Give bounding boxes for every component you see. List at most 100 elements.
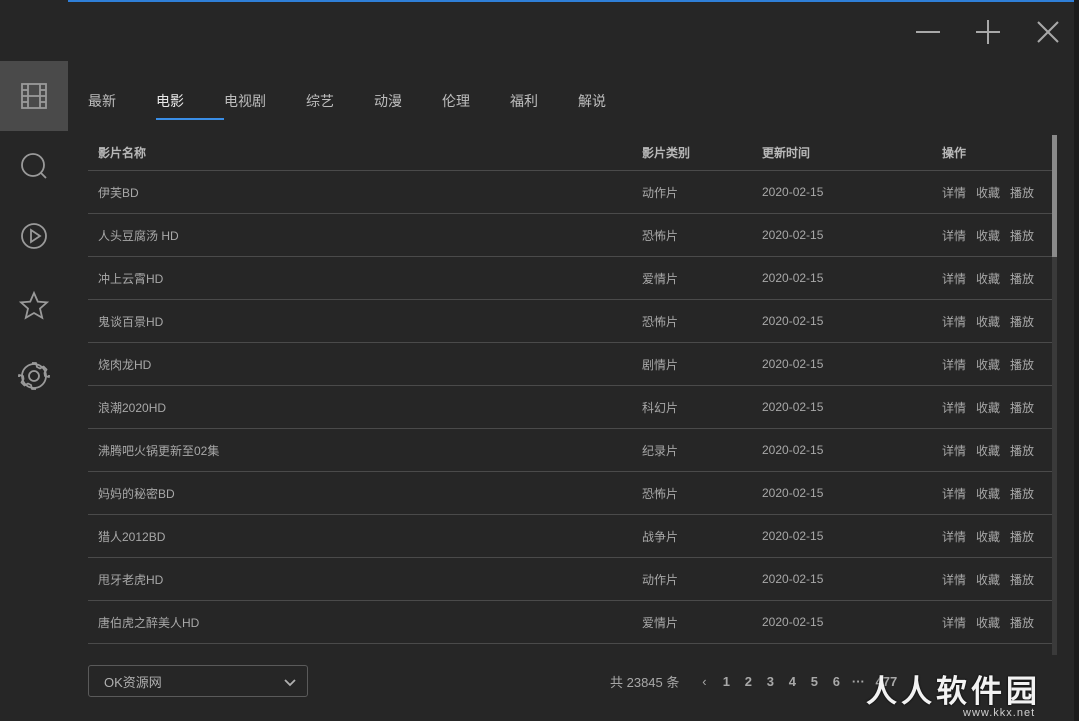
play-button[interactable]: 播放 [1010,614,1034,631]
play-button[interactable]: 播放 [1010,356,1034,373]
collect-button[interactable]: 收藏 [976,442,1000,459]
tab-tv-series[interactable]: 电视剧 [224,88,306,122]
detail-button[interactable]: 详情 [942,399,966,416]
collect-button[interactable]: 收藏 [976,270,1000,287]
collect-button[interactable]: 收藏 [976,485,1000,502]
row-actions: 详情 收藏 播放 [942,313,1052,330]
detail-button[interactable]: 详情 [942,356,966,373]
page-2[interactable]: 2 [737,674,759,689]
collect-button[interactable]: 收藏 [976,614,1000,631]
table-row[interactable]: 伊芙BD 动作片 2020-02-15 详情 收藏 播放 [88,171,1052,214]
collect-button[interactable]: 收藏 [976,227,1000,244]
detail-button[interactable]: 详情 [942,485,966,502]
detail-button[interactable]: 详情 [942,528,966,545]
table-row[interactable]: 沸腾吧火锅更新至02集 纪录片 2020-02-15 详情 收藏 播放 [88,429,1052,472]
row-actions: 详情 收藏 播放 [942,227,1052,244]
detail-button[interactable]: 详情 [942,227,966,244]
scrollbar-thumb[interactable] [1052,135,1057,257]
header-ops: 操作 [942,146,967,160]
table-row[interactable]: 浪潮2020HD 科幻片 2020-02-15 详情 收藏 播放 [88,386,1052,429]
movie-name[interactable]: 人头豆腐汤 HD [88,227,642,244]
movie-type: 纪录片 [642,443,679,458]
table-row[interactable]: 唐伯虎之醉美人HD 爱情片 2020-02-15 详情 收藏 播放 [88,601,1052,644]
movie-name[interactable]: 沸腾吧火锅更新至02集 [88,442,642,459]
movie-type: 恐怖片 [642,314,679,329]
table-row[interactable]: 冲上云霄HD 爱情片 2020-02-15 详情 收藏 播放 [88,257,1052,300]
sidebar-item-settings[interactable] [0,341,68,411]
close-button[interactable] [1030,14,1066,50]
page-1[interactable]: 1 [715,674,737,689]
maximize-button[interactable] [970,14,1006,50]
page-3[interactable]: 3 [759,674,781,689]
movie-name[interactable]: 冲上云霄HD [88,270,642,287]
page-6[interactable]: 6 [825,674,847,689]
movie-name[interactable]: 烧肉龙HD [88,356,642,373]
movie-type: 剧情片 [642,357,679,372]
minimize-button[interactable] [910,14,946,50]
tab-movies[interactable]: 电影 [156,88,224,122]
play-button[interactable]: 播放 [1010,399,1034,416]
table-scrollbar[interactable] [1052,135,1057,655]
tab-anime[interactable]: 动漫 [374,88,442,122]
tab-welfare[interactable]: 福利 [510,88,578,122]
table-row[interactable]: 猎人2012BD 战争片 2020-02-15 详情 收藏 播放 [88,515,1052,558]
play-button[interactable]: 播放 [1010,270,1034,287]
detail-button[interactable]: 详情 [942,313,966,330]
collect-button[interactable]: 收藏 [976,356,1000,373]
source-select[interactable]: OK资源网 [88,665,308,697]
movie-name[interactable]: 伊芙BD [88,184,642,201]
table-row[interactable]: 甩牙老虎HD 动作片 2020-02-15 详情 收藏 播放 [88,558,1052,601]
movie-name[interactable]: 甩牙老虎HD [88,571,642,588]
table-row[interactable]: 烧肉龙HD 剧情片 2020-02-15 详情 收藏 播放 [88,343,1052,386]
page-last[interactable]: 477 [869,674,903,689]
movie-name[interactable]: 唐伯虎之醉美人HD [88,614,642,631]
detail-button[interactable]: 详情 [942,442,966,459]
play-button[interactable]: 播放 [1010,528,1034,545]
collect-button[interactable]: 收藏 [976,313,1000,330]
prev-page-button[interactable]: ‹ [693,674,715,689]
sidebar-item-movies[interactable] [0,61,68,131]
movie-update-time: 2020-02-15 [762,443,824,457]
movie-name[interactable]: 浪潮2020HD [88,399,642,416]
top-accent-bar [0,0,1079,2]
movie-name[interactable]: 妈妈的秘密BD [88,485,642,502]
table-row[interactable]: 人头豆腐汤 HD 恐怖片 2020-02-15 详情 收藏 播放 [88,214,1052,257]
sidebar-item-play[interactable] [0,201,68,271]
play-button[interactable]: 播放 [1010,313,1034,330]
collect-button[interactable]: 收藏 [976,184,1000,201]
detail-button[interactable]: 详情 [942,571,966,588]
movie-name[interactable]: 鬼谈百景HD [88,313,642,330]
detail-button[interactable]: 详情 [942,614,966,631]
tab-variety[interactable]: 综艺 [306,88,374,122]
tab-latest[interactable]: 最新 [88,88,156,122]
row-actions: 详情 收藏 播放 [942,356,1052,373]
detail-button[interactable]: 详情 [942,184,966,201]
page-ellipsis[interactable]: ··· [847,674,869,689]
detail-button[interactable]: 详情 [942,270,966,287]
tab-commentary[interactable]: 解说 [578,88,646,122]
movie-update-time: 2020-02-15 [762,572,824,586]
window-edge [1074,0,1079,721]
header-type: 影片类别 [642,146,691,160]
table-row[interactable]: 妈妈的秘密BD 恐怖片 2020-02-15 详情 收藏 播放 [88,472,1052,515]
tab-ethics[interactable]: 伦理 [442,88,510,122]
play-button[interactable]: 播放 [1010,227,1034,244]
table-row[interactable]: 鬼谈百景HD 恐怖片 2020-02-15 详情 收藏 播放 [88,300,1052,343]
collect-button[interactable]: 收藏 [976,528,1000,545]
collect-button[interactable]: 收藏 [976,399,1000,416]
play-button[interactable]: 播放 [1010,571,1034,588]
sidebar-item-favorites[interactable] [0,271,68,341]
sidebar-item-search[interactable] [0,131,68,201]
movie-update-time: 2020-02-15 [762,185,824,199]
play-button[interactable]: 播放 [1010,485,1034,502]
header-time: 更新时间 [762,146,811,160]
movie-type: 动作片 [642,572,679,587]
page-4[interactable]: 4 [781,674,803,689]
category-tabs: 最新 电影 电视剧 综艺 动漫 伦理 福利 解说 [88,88,646,124]
play-button[interactable]: 播放 [1010,184,1034,201]
movie-name[interactable]: 猎人2012BD [88,528,642,545]
search-icon [21,153,47,179]
collect-button[interactable]: 收藏 [976,571,1000,588]
page-5[interactable]: 5 [803,674,825,689]
play-button[interactable]: 播放 [1010,442,1034,459]
